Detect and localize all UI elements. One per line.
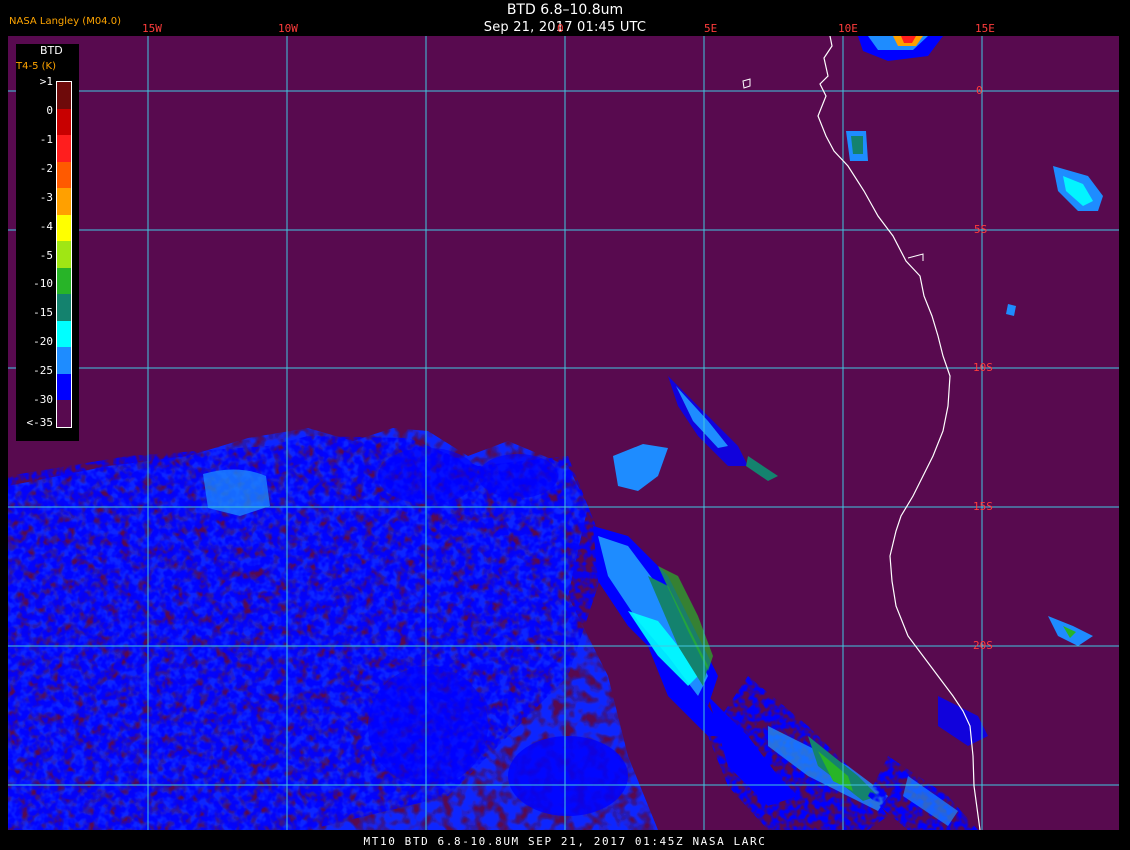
- legend-label: -4: [39, 219, 53, 233]
- legend-label: -20: [33, 335, 53, 349]
- header-timestamp: Sep 21, 2017 01:45 UTC: [483, 20, 647, 35]
- legend-swatch: [57, 241, 71, 268]
- legend-swatch: [57, 135, 71, 162]
- longitude-label-5e: 5E: [704, 22, 718, 35]
- legend-label: -10: [33, 277, 53, 291]
- legend-swatch: [57, 347, 71, 374]
- legend-swatch: [57, 82, 71, 109]
- longitude-label-15e: 15E: [975, 22, 995, 35]
- header-title: BTD 6.8–10.8um: [506, 2, 624, 18]
- latitude-label-20s: 20S: [973, 639, 993, 652]
- latitude-label-5s: 5S: [974, 223, 988, 236]
- legend-swatch: [57, 294, 71, 321]
- satellite-map[interactable]: [8, 36, 1119, 830]
- legend-swatch: [57, 320, 71, 348]
- legend-swatch: [57, 214, 71, 242]
- legend-swatch: [57, 161, 71, 189]
- latitude-label-15s: 15S: [973, 500, 993, 513]
- legend-label: -25: [33, 364, 53, 378]
- latitude-label-10s: 10S: [973, 361, 993, 374]
- longitude-label-0: 0: [557, 22, 564, 35]
- cloud-band-central: [593, 376, 988, 830]
- legend-label: -1: [39, 132, 53, 146]
- legend-swatch: [57, 267, 71, 295]
- longitude-label-10w: 10W: [278, 22, 298, 35]
- legend-swatch: [57, 400, 71, 427]
- legend-label: -5: [39, 248, 53, 262]
- legend-swatch: [57, 108, 71, 136]
- legend-label: >1: [39, 75, 53, 88]
- longitude-label-10e: 10E: [838, 22, 858, 35]
- legend-unit: T4-5 (K): [16, 61, 56, 72]
- legend-swatch: [57, 188, 71, 215]
- legend-label: -30: [33, 393, 53, 407]
- longitude-label-15w: 15W: [142, 22, 162, 35]
- provider-label: NASA Langley (M04.0): [9, 16, 121, 27]
- satellite-imagery: [8, 36, 1119, 830]
- legend-label: -3: [39, 190, 53, 204]
- legend-color-bar: [56, 81, 72, 428]
- legend-label: -2: [39, 161, 53, 175]
- color-legend: BTD T4-5 (K) >1 0 -1 -2 -3 -4 -5 -10 -15 -20 -25 -3…: [16, 44, 79, 441]
- footer-caption: MT10 BTD 6.8-10.8UM SEP 21, 2017 01:45Z …: [363, 835, 767, 848]
- latitude-label-0: 0: [976, 84, 983, 97]
- legend-title: BTD: [40, 44, 63, 57]
- legend-label: 0: [46, 103, 53, 117]
- legend-label: <-35: [26, 416, 54, 429]
- convection-north: [846, 36, 1103, 646]
- legend-label: -15: [33, 306, 53, 320]
- legend-swatch: [57, 373, 71, 401]
